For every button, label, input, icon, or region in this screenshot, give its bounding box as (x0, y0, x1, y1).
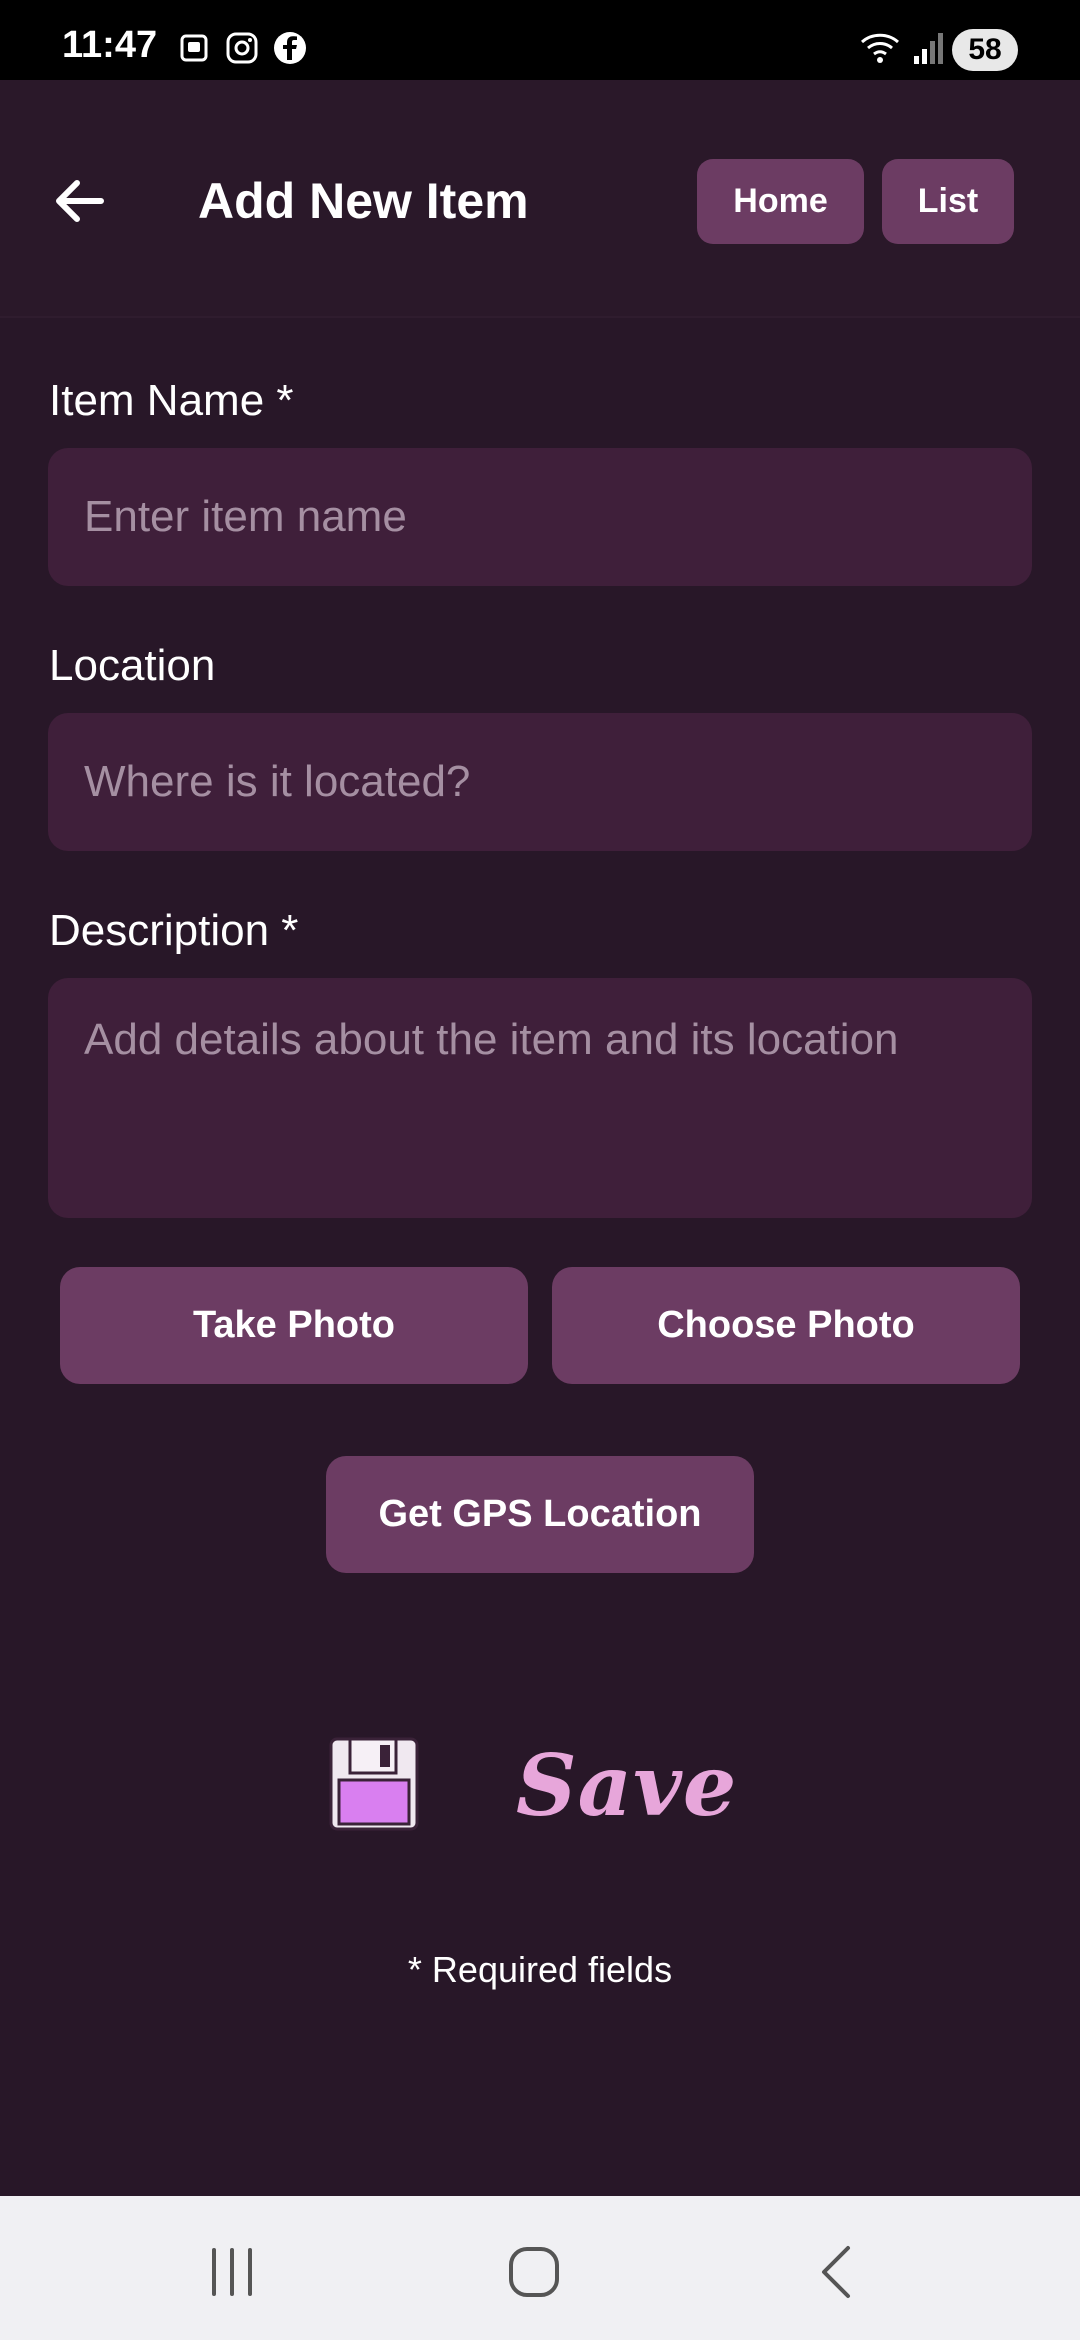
wifi-icon (858, 30, 902, 66)
instagram-icon (224, 30, 260, 66)
item-name-label: Item Name * (49, 376, 294, 425)
back-nav-button[interactable] (796, 2236, 876, 2308)
choose-photo-button[interactable]: Choose Photo (552, 1267, 1020, 1384)
floppy-disk-icon (329, 1737, 419, 1831)
app-header: Add New Item Home List (0, 80, 1080, 318)
back-button[interactable] (44, 166, 114, 236)
home-circle-icon (509, 2247, 559, 2297)
required-fields-note: * Required fields (407, 1949, 673, 1990)
item-name-input[interactable] (48, 448, 1032, 586)
battery-indicator: 58 (952, 29, 1018, 71)
recent-apps-button[interactable] (192, 2236, 272, 2308)
save-button[interactable]: Save (320, 1730, 736, 1840)
location-input[interactable] (48, 713, 1032, 851)
status-bar: 11:47 58 (0, 0, 1080, 80)
description-label: Description * (49, 906, 299, 955)
save-label: Save (516, 1736, 738, 1835)
status-left-icons (176, 30, 308, 66)
home-nav-button[interactable] (494, 2236, 574, 2308)
screenshot-icon (176, 30, 212, 66)
signal-icon (912, 30, 946, 66)
recents-icon (212, 2248, 252, 2296)
list-button[interactable]: List (882, 159, 1014, 244)
status-right-icons (858, 30, 946, 66)
system-nav-bar (0, 2196, 1080, 2340)
arrow-left-icon (56, 180, 104, 222)
page-title: Add New Item (198, 173, 529, 229)
facebook-icon (272, 30, 308, 66)
chevron-left-icon (822, 2246, 850, 2298)
location-label: Location (49, 641, 216, 690)
status-time: 11:47 (62, 24, 158, 66)
get-gps-location-button[interactable]: Get GPS Location (326, 1456, 754, 1573)
home-button[interactable]: Home (697, 159, 864, 244)
take-photo-button[interactable]: Take Photo (60, 1267, 528, 1384)
description-textarea[interactable] (48, 978, 1032, 1218)
